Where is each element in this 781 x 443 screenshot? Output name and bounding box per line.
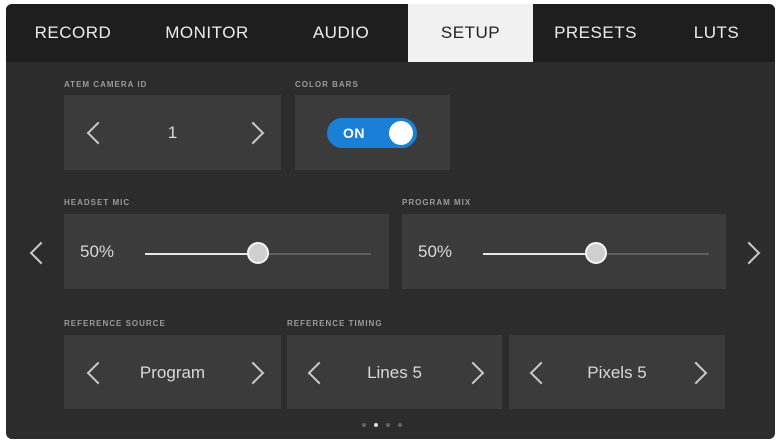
chevron-right-icon[interactable] bbox=[684, 361, 708, 385]
page-dot[interactable] bbox=[374, 423, 378, 427]
chevron-left-icon[interactable] bbox=[86, 121, 110, 145]
chevron-left-icon[interactable] bbox=[529, 361, 553, 385]
toggle-knob bbox=[389, 121, 413, 145]
tab-monitor[interactable]: MONITOR bbox=[140, 4, 274, 62]
headset-mic-label: HEADSET MIC bbox=[64, 198, 131, 207]
page-next-icon[interactable] bbox=[737, 241, 761, 265]
color-bars-control: ON bbox=[295, 95, 450, 170]
atem-camera-id-control: 1 bbox=[64, 95, 281, 170]
chevron-left-icon[interactable] bbox=[86, 361, 110, 385]
headset-mic-slider-fill bbox=[145, 253, 258, 255]
page-prev-icon[interactable] bbox=[29, 241, 53, 265]
reference-source-value: Program bbox=[139, 363, 206, 382]
atem-camera-id-value: 1 bbox=[167, 123, 178, 142]
color-bars-label: COLOR BARS bbox=[295, 80, 359, 89]
headset-mic-value: 50% bbox=[80, 242, 115, 261]
chevron-right-icon[interactable] bbox=[241, 361, 265, 385]
reference-source-control: Program bbox=[64, 335, 281, 409]
program-mix-slider-fill bbox=[483, 253, 596, 255]
page-dot[interactable] bbox=[386, 423, 390, 427]
page-dot[interactable] bbox=[362, 423, 366, 427]
program-mix-control: 50% bbox=[402, 214, 726, 289]
tab-luts[interactable]: LUTS bbox=[658, 4, 775, 62]
tab-presets[interactable]: PRESETS bbox=[533, 4, 658, 62]
page-dot[interactable] bbox=[398, 423, 402, 427]
setup-screen: RECORD MONITOR AUDIO SETUP PRESETS LUTS … bbox=[6, 4, 775, 439]
program-mix-value: 50% bbox=[418, 242, 453, 261]
reference-timing-label: REFERENCE TIMING bbox=[287, 319, 383, 328]
tab-audio[interactable]: AUDIO bbox=[274, 4, 408, 62]
reference-timing-pixels-value: Pixels 5 bbox=[587, 363, 647, 382]
program-mix-slider-thumb[interactable] bbox=[585, 242, 607, 264]
atem-camera-id-label: ATEM CAMERA ID bbox=[64, 80, 148, 89]
headset-mic-control: 50% bbox=[64, 214, 389, 289]
tab-setup[interactable]: SETUP bbox=[408, 4, 533, 62]
reference-timing-lines-value: Lines 5 bbox=[367, 363, 422, 382]
color-bars-toggle[interactable]: ON bbox=[327, 118, 417, 148]
headset-mic-slider-thumb[interactable] bbox=[247, 242, 269, 264]
tab-bar: RECORD MONITOR AUDIO SETUP PRESETS LUTS bbox=[6, 4, 775, 62]
chevron-right-icon[interactable] bbox=[461, 361, 485, 385]
tab-record[interactable]: RECORD bbox=[6, 4, 140, 62]
chevron-right-icon[interactable] bbox=[241, 121, 265, 145]
reference-timing-pixels-control: Pixels 5 bbox=[509, 335, 725, 409]
color-bars-state: ON bbox=[343, 125, 365, 141]
reference-timing-lines-control: Lines 5 bbox=[287, 335, 502, 409]
reference-source-label: REFERENCE SOURCE bbox=[64, 319, 166, 328]
program-mix-label: PROGRAM MIX bbox=[402, 198, 472, 207]
chevron-left-icon[interactable] bbox=[307, 361, 331, 385]
